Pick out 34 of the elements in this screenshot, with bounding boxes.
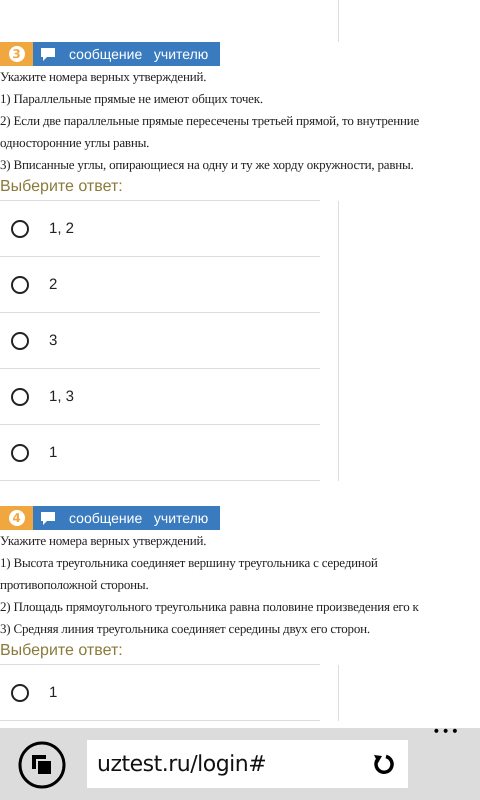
question-text: 2) Площадь прямоугольного треугольника равна половине произведения его к xyxy=(0,598,420,616)
radio-button[interactable] xyxy=(11,444,29,462)
radio-button[interactable] xyxy=(11,684,29,702)
question-text: односторонние углы равны. xyxy=(0,134,150,152)
question-number-badge: 3 xyxy=(0,42,33,66)
speech-bubble-icon xyxy=(41,48,55,60)
answer-option[interactable]: 1 xyxy=(0,425,320,481)
answer-option[interactable]: 3 xyxy=(0,313,320,369)
question-number-badge: 4 xyxy=(0,506,33,530)
radio-button[interactable] xyxy=(11,276,29,294)
question-text: 1) Параллельные прямые не имеют общих точек. xyxy=(0,90,264,108)
answer-prompt: Выберите ответ: xyxy=(0,640,320,665)
answer-option[interactable]: 2 xyxy=(0,257,320,313)
message-teacher-button[interactable]: сообщение учителю xyxy=(33,506,220,530)
more-button[interactable]: ••• xyxy=(432,724,460,740)
radio-button[interactable] xyxy=(11,220,29,238)
question-text: 2) Если две параллельные прямые пересечены третьей прямой, то внутренние xyxy=(0,112,420,130)
question-text: 1) Высота треугольника соединяет вершину треугольника с серединой xyxy=(0,554,379,572)
tabs-icon[interactable] xyxy=(18,741,66,789)
question-text: противоположной стороны. xyxy=(0,576,150,594)
answer-option[interactable]: 1, 3 xyxy=(0,369,320,425)
message-teacher-button[interactable]: сообщение учителю xyxy=(33,42,220,66)
refresh-icon[interactable] xyxy=(372,752,396,776)
radio-button[interactable] xyxy=(11,332,29,350)
question-text: Укажите номера верных утверждений. xyxy=(0,68,208,86)
address-field[interactable]: uztest.ru/login# xyxy=(87,740,408,788)
answer-option[interactable]: 1 xyxy=(0,665,320,721)
question-text: 3) Вписанные углы, опирающиеся на одну и ту же хорду окружности, равны. xyxy=(0,156,415,174)
question-text: 3) Средняя линия треугольника соединяет середины двух его сторон. xyxy=(0,620,371,638)
radio-button[interactable] xyxy=(11,388,29,406)
question-text: Укажите номера верных утверждений. xyxy=(0,532,208,550)
answer-prompt: Выберите ответ: xyxy=(0,176,320,201)
speech-bubble-icon xyxy=(41,512,55,524)
answer-option[interactable]: 1, 2 xyxy=(0,201,320,257)
